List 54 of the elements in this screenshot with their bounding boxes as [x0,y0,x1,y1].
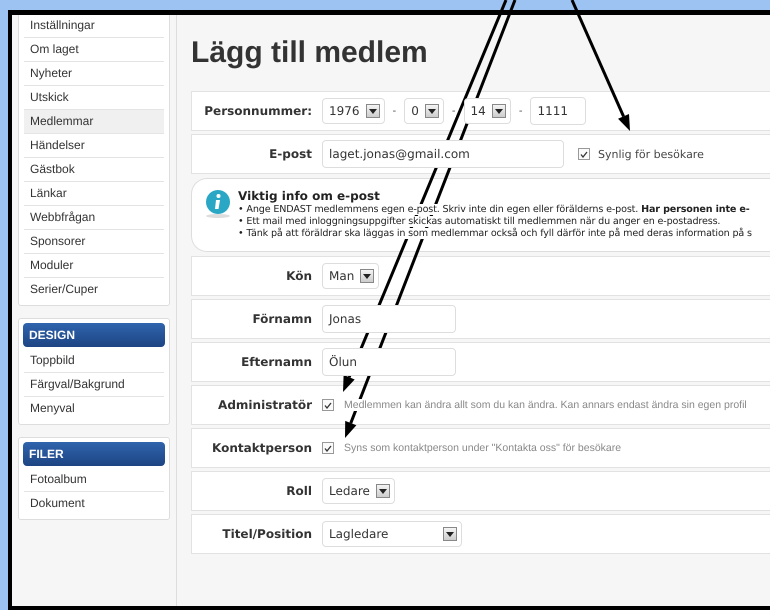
sidebar-item[interactable]: Om laget [24,38,164,62]
checkbox-hint: Syns som kontaktperson under "Kontakta oss" för besökare [344,442,622,454]
caret-icon [443,527,457,541]
field-label: Personnummer: [203,104,312,118]
info-text: • Tänk på att föräldrar ska läggas in som medlemmar också och fyll därför inte på med deras information på s [238,228,752,239]
sidebar-item[interactable]: Händelser [24,134,164,158]
field-label: Kontaktperson [210,441,312,455]
email-field[interactable]: laget.jonas@gmail.com [322,140,564,168]
sidebar-item[interactable]: Serier/Cuper [24,278,164,301]
caret-icon [360,269,374,283]
checkbox-hint: Medlemmen kan ändra allt som du kan ändra. Kan annars endast ändra sin egen profil [344,399,747,411]
sidebar-item[interactable]: Nyheter [24,62,164,86]
sidebar-item[interactable]: Toppbild [24,349,164,373]
field-label: Roll [285,484,312,498]
section-header: DESIGN [23,323,165,347]
sidebar-item[interactable]: Länkar [24,182,164,206]
sidebar-item[interactable]: Färgval/Bakgrund [24,373,164,397]
info-icon [204,189,232,219]
field-label: Förnamn [251,312,312,326]
sidebar-item[interactable]: Fotoalbum [24,468,164,492]
field-label: Efternamn [240,355,312,369]
sidebar-item[interactable]: Gästbok [24,158,164,182]
dropdown[interactable]: Lagledare [322,521,462,547]
caret-icon [424,104,439,118]
field-label: Titel/Position [221,527,312,541]
sidebar-item[interactable]: Moduler [24,254,164,278]
info-text: • Ange ENDAST medlemmens egen e-post. Skriv inte din egen eller förälderns e-post. Har personen inte e- [238,204,752,215]
dropdown[interactable]: Ledare [322,478,395,504]
field-label: E-post [268,147,312,161]
checkbox[interactable] [322,399,334,411]
page-title: Lägg till medlem [191,35,429,71]
dropdown[interactable]: 14 [464,98,511,124]
sidebar-item[interactable]: Webbfrågan [24,206,164,230]
checkbox-label: Synlig för besökare [598,148,704,160]
input-field[interactable]: 1111 [530,97,586,125]
input-field[interactable]: Jonas [322,305,456,333]
sidebar-item[interactable]: Sponsorer [24,230,164,254]
sidebar-item[interactable]: Dokument [24,492,164,515]
sidebar-item[interactable]: Menyval [24,397,164,420]
dropdown[interactable]: 1976 [322,98,385,124]
sidebar-item[interactable]: Inställningar [24,15,164,38]
info-title: Viktig info om e-post [238,189,381,203]
caret-icon [376,484,390,498]
caret-icon [492,104,506,118]
checkbox[interactable] [322,442,334,454]
field-label: Administratör [217,398,312,412]
input-field[interactable]: Ölun [322,348,456,376]
dropdown[interactable]: 0 [404,98,444,124]
checkbox[interactable] [578,148,590,160]
section-header: FILER [23,442,165,466]
sidebar-item[interactable]: Medlemmar [24,110,164,134]
field-label: Kön [285,269,312,283]
dropdown[interactable]: Man [322,263,380,289]
caret-icon [366,104,380,118]
